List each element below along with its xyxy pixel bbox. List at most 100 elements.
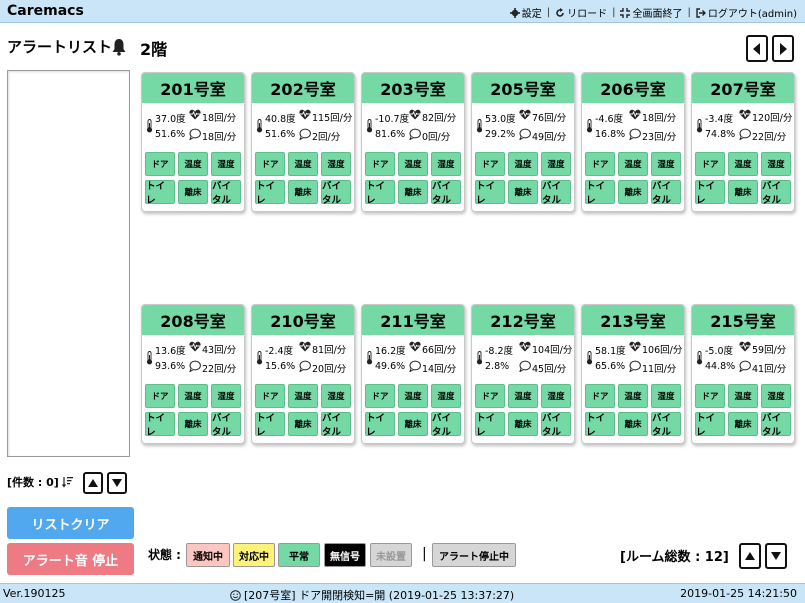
vital-button[interactable]: バイタル: [431, 412, 461, 438]
leave-bed-button[interactable]: 離床: [178, 412, 208, 436]
leave-bed-button[interactable]: 離床: [508, 180, 538, 204]
temperature-button[interactable]: 温度: [178, 384, 208, 408]
temperature-button[interactable]: 温度: [398, 384, 428, 408]
temperature-button[interactable]: 温度: [288, 384, 318, 408]
door-button[interactable]: ドア: [475, 384, 505, 408]
prev-floor-button[interactable]: [746, 35, 768, 62]
temperature-button[interactable]: 温度: [178, 152, 208, 176]
temperature-button[interactable]: 温度: [398, 152, 428, 176]
vital-button[interactable]: バイタル: [651, 180, 681, 206]
fullscreen-exit-link[interactable]: 全画面終了: [620, 5, 682, 20]
room-title[interactable]: 213号室: [582, 305, 684, 335]
vital-button[interactable]: バイタル: [651, 412, 681, 438]
temperature-button[interactable]: 温度: [728, 384, 758, 408]
door-button[interactable]: ドア: [695, 152, 725, 176]
door-button[interactable]: ドア: [145, 384, 175, 408]
room-card[interactable]: 201号室 37.0度 51.6% 18回/分 18回/分 ドア 温度 湿度 トイレ 離床 バイタル: [141, 72, 245, 212]
toilet-button[interactable]: トイレ: [145, 180, 175, 206]
room-card[interactable]: 213号室 58.1度 65.6% 106回/分 11回/分 ドア 温度 湿度 トイレ 離床 バイタ…: [581, 304, 685, 444]
room-scroll-up-button[interactable]: [739, 543, 761, 569]
leave-bed-button[interactable]: 離床: [288, 180, 318, 204]
leave-bed-button[interactable]: 離床: [618, 180, 648, 204]
temperature-button[interactable]: 温度: [728, 152, 758, 176]
list-clear-button[interactable]: リストクリア: [7, 507, 134, 539]
room-title[interactable]: 205号室: [472, 73, 574, 103]
humidity-button[interactable]: 湿度: [761, 384, 791, 408]
vital-button[interactable]: バイタル: [211, 180, 241, 206]
toilet-button[interactable]: トイレ: [365, 180, 395, 206]
toilet-button[interactable]: トイレ: [255, 412, 285, 438]
next-floor-button[interactable]: [772, 35, 794, 62]
room-card[interactable]: 205号室 53.0度 29.2% 76回/分 49回/分 ドア 温度 湿度 トイレ 離床 バイタル: [471, 72, 575, 212]
vital-button[interactable]: バイタル: [761, 180, 791, 206]
humidity-button[interactable]: 湿度: [321, 152, 351, 176]
room-card[interactable]: 212号室 -8.2度 2.8% 104回/分 45回/分 ドア 温度 湿度 トイレ 離床 バイタル: [471, 304, 575, 444]
temperature-button[interactable]: 温度: [508, 152, 538, 176]
room-title[interactable]: 211号室: [362, 305, 464, 335]
room-card[interactable]: 206号室 -4.6度 16.8% 18回/分 23回/分 ドア 温度 湿度 トイレ 離床 バイタル: [581, 72, 685, 212]
room-card[interactable]: 208号室 13.6度 93.6% 43回/分 22回/分 ドア 温度 湿度 トイレ 離床 バイタル: [141, 304, 245, 444]
vital-button[interactable]: バイタル: [541, 180, 571, 206]
humidity-button[interactable]: 湿度: [541, 384, 571, 408]
leave-bed-button[interactable]: 離床: [398, 412, 428, 436]
vital-button[interactable]: バイタル: [211, 412, 241, 438]
temperature-button[interactable]: 温度: [618, 384, 648, 408]
reload-link[interactable]: リロード: [555, 5, 607, 20]
humidity-button[interactable]: 湿度: [211, 384, 241, 408]
settings-link[interactable]: 設定: [509, 5, 542, 20]
humidity-button[interactable]: 湿度: [321, 384, 351, 408]
room-title[interactable]: 208号室: [142, 305, 244, 335]
room-title[interactable]: 210号室: [252, 305, 354, 335]
door-button[interactable]: ドア: [365, 384, 395, 408]
humidity-button[interactable]: 湿度: [211, 152, 241, 176]
toilet-button[interactable]: トイレ: [475, 180, 505, 206]
leave-bed-button[interactable]: 離床: [398, 180, 428, 204]
vital-button[interactable]: バイタル: [541, 412, 571, 438]
humidity-button[interactable]: 湿度: [761, 152, 791, 176]
room-title[interactable]: 202号室: [252, 73, 354, 103]
room-title[interactable]: 212号室: [472, 305, 574, 335]
toilet-button[interactable]: トイレ: [585, 180, 615, 206]
toilet-button[interactable]: トイレ: [585, 412, 615, 438]
door-button[interactable]: ドア: [585, 152, 615, 176]
vital-button[interactable]: バイタル: [761, 412, 791, 438]
toilet-button[interactable]: トイレ: [255, 180, 285, 206]
humidity-button[interactable]: 湿度: [651, 384, 681, 408]
alert-sound-stop-button[interactable]: アラート音 停止: [7, 543, 134, 575]
leave-bed-button[interactable]: 離床: [508, 412, 538, 436]
temperature-button[interactable]: 温度: [508, 384, 538, 408]
toilet-button[interactable]: トイレ: [475, 412, 505, 438]
humidity-button[interactable]: 湿度: [651, 152, 681, 176]
door-button[interactable]: ドア: [365, 152, 395, 176]
door-button[interactable]: ドア: [255, 152, 285, 176]
humidity-button[interactable]: 湿度: [541, 152, 571, 176]
vital-button[interactable]: バイタル: [321, 412, 351, 438]
leave-bed-button[interactable]: 離床: [178, 180, 208, 204]
temperature-button[interactable]: 温度: [618, 152, 648, 176]
room-card[interactable]: 203号室 -10.7度 81.6% 82回/分 0回/分 ドア 温度 湿度 トイレ 離床 バイタル: [361, 72, 465, 212]
vital-button[interactable]: バイタル: [431, 180, 461, 206]
humidity-button[interactable]: 湿度: [431, 152, 461, 176]
room-title[interactable]: 206号室: [582, 73, 684, 103]
leave-bed-button[interactable]: 離床: [288, 412, 318, 436]
room-title[interactable]: 203号室: [362, 73, 464, 103]
leave-bed-button[interactable]: 離床: [728, 180, 758, 204]
toilet-button[interactable]: トイレ: [695, 412, 725, 438]
room-card[interactable]: 202号室 40.8度 51.6% 115回/分 2回/分 ドア 温度 湿度 トイレ 離床 バイタル: [251, 72, 355, 212]
humidity-button[interactable]: 湿度: [431, 384, 461, 408]
room-title[interactable]: 207号室: [692, 73, 794, 103]
temperature-button[interactable]: 温度: [288, 152, 318, 176]
toilet-button[interactable]: トイレ: [695, 180, 725, 206]
door-button[interactable]: ドア: [475, 152, 505, 176]
door-button[interactable]: ドア: [145, 152, 175, 176]
logout-link[interactable]: ログアウト(admin): [696, 5, 797, 20]
room-card[interactable]: 211号室 16.2度 49.6% 66回/分 14回/分 ドア 温度 湿度 トイレ 離床 バイタル: [361, 304, 465, 444]
room-title[interactable]: 201号室: [142, 73, 244, 103]
room-card[interactable]: 207号室 -3.4度 74.8% 120回/分 22回/分 ドア 温度 湿度 トイレ 離床 バイタ…: [691, 72, 795, 212]
room-scroll-down-button[interactable]: [765, 543, 787, 569]
door-button[interactable]: ドア: [695, 384, 725, 408]
toilet-button[interactable]: トイレ: [365, 412, 395, 438]
leave-bed-button[interactable]: 離床: [618, 412, 648, 436]
alert-scroll-down-button[interactable]: [107, 472, 127, 494]
sort-icon[interactable]: [61, 476, 74, 488]
